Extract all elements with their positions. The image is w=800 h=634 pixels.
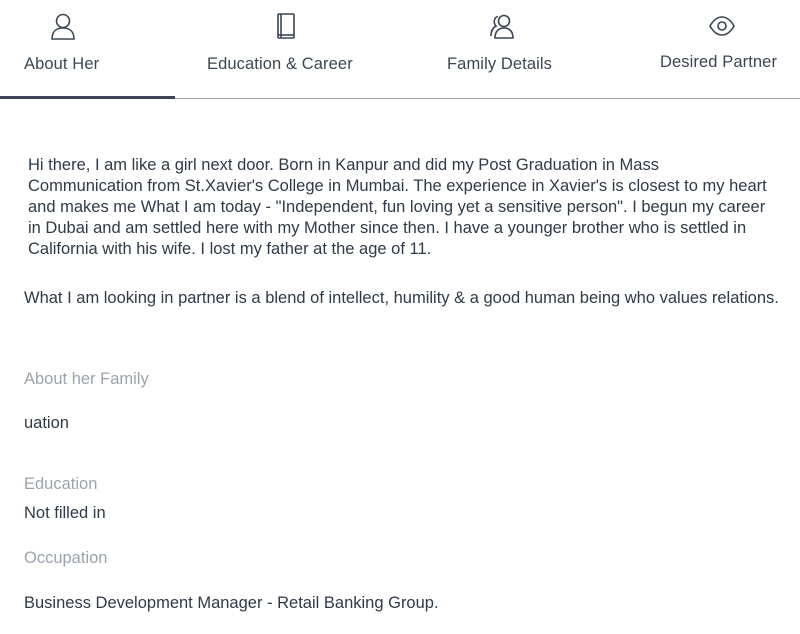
family-value: uation: [24, 414, 69, 432]
family-label: About her Family: [24, 370, 149, 388]
education-value: Not filled in: [24, 504, 106, 522]
user-icon: [49, 12, 77, 42]
profile-tabs: About Her Education & Career Family Deta…: [0, 0, 800, 99]
education-label: Education: [24, 475, 98, 493]
users-icon: [488, 12, 516, 42]
about-paragraph: Hi there, I am like a girl next door. Bo…: [28, 156, 767, 258]
active-tab-indicator: [0, 96, 175, 99]
occupation-label: Occupation: [24, 549, 108, 567]
partner-expectation-paragraph: What I am looking in partner is a blend …: [24, 289, 779, 307]
tab-desired-partner[interactable]: Desired Partner: [645, 0, 800, 99]
tab-label: Family Details: [447, 55, 553, 73]
tab-label: About Her: [24, 55, 100, 73]
tab-education-career[interactable]: Education & Career: [190, 0, 380, 99]
tab-about-her[interactable]: About Her: [0, 0, 175, 99]
book-icon: [272, 12, 300, 42]
occupation-value: Business Development Manager - Retail Ba…: [24, 594, 439, 612]
eye-icon: [708, 12, 736, 42]
tab-family-details[interactable]: Family Details: [430, 0, 580, 99]
tab-label: Education & Career: [207, 55, 353, 73]
tab-label: Desired Partner: [660, 53, 778, 71]
